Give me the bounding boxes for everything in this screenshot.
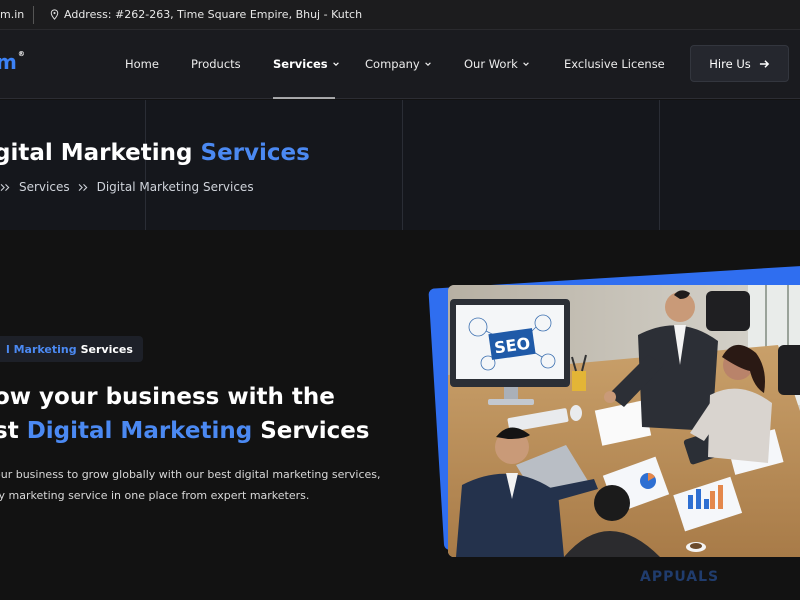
meeting-illustration: SEO — [448, 285, 800, 557]
nav-services-label: Services — [273, 57, 328, 71]
nav-exclusive-license[interactable]: Exclusive License — [564, 57, 665, 71]
heading-line2-end: Services — [252, 418, 370, 444]
description-line2: ry marketing service in one place from e… — [0, 489, 310, 502]
grid-line — [659, 100, 660, 230]
section-tag-accent: l Marketing — [6, 342, 77, 356]
breadcrumb-services[interactable]: Services — [19, 180, 70, 194]
nav-products[interactable]: Products — [191, 57, 241, 71]
nav-home-label: Home — [125, 57, 159, 71]
heading-line2-start: st — [0, 418, 19, 444]
nav-company-label: Company — [365, 57, 420, 71]
double-chevron-icon — [78, 183, 88, 191]
page-title-accent: Services — [200, 140, 310, 166]
nav-products-label: Products — [191, 57, 241, 71]
address-text: Address: #262-263, Time Square Empire, B… — [64, 8, 363, 21]
double-chevron-icon — [0, 183, 10, 191]
nav-exclusive-license-label: Exclusive License — [564, 57, 665, 71]
email-link[interactable]: m.in — [0, 8, 24, 21]
divider — [33, 6, 34, 24]
nav-our-work-label: Our Work — [464, 57, 518, 71]
active-nav-indicator — [273, 97, 335, 99]
registered-mark: ® — [17, 50, 25, 58]
section-tag: l Marketing Services — [0, 336, 143, 362]
nav-home[interactable]: Home — [125, 57, 159, 71]
chevron-down-icon — [424, 62, 431, 66]
logo[interactable]: m® — [0, 50, 25, 74]
hire-us-button[interactable]: Hire Us — [690, 45, 789, 82]
section-heading-line1: ow your business with the — [0, 384, 335, 410]
section-heading: ow your business with the st Digital Mar… — [0, 380, 370, 448]
section-tag-main: Services — [80, 342, 133, 356]
nav-services[interactable]: Services — [273, 57, 340, 71]
address: Address: #262-263, Time Square Empire, B… — [50, 8, 362, 21]
description-line1: our business to grow globally with our b… — [0, 468, 381, 481]
nav-our-work[interactable]: Our Work — [464, 57, 530, 71]
section-heading-line2: st Digital Marketing Services — [0, 414, 370, 448]
heading-line2-accent: Digital Marketing — [26, 418, 253, 444]
top-info-bar: m.in Address: #262-263, Time Square Empi… — [0, 0, 800, 30]
watermark: APPUALS — [640, 569, 720, 585]
chevron-down-icon — [523, 62, 529, 66]
team-meeting-photo: SEO — [448, 285, 800, 557]
chevron-down-icon — [332, 62, 339, 66]
section-description: our business to grow globally with our b… — [0, 464, 381, 506]
main-header: m® Home Products Services Company Our Wo… — [0, 30, 800, 99]
logo-text: m — [0, 50, 17, 74]
page-title: gital Marketing Services — [0, 140, 310, 166]
page-title-main: gital Marketing — [0, 140, 201, 166]
nav-company[interactable]: Company — [365, 57, 432, 71]
hire-us-label: Hire Us — [709, 56, 751, 71]
location-pin-icon — [50, 9, 59, 20]
grid-line — [402, 100, 403, 230]
page-hero-banner: gital Marketing Services Services Digita… — [0, 100, 800, 230]
breadcrumb: Services Digital Marketing Services — [0, 180, 254, 194]
arrow-right-icon — [759, 59, 769, 68]
breadcrumb-current: Digital Marketing Services — [96, 180, 254, 194]
